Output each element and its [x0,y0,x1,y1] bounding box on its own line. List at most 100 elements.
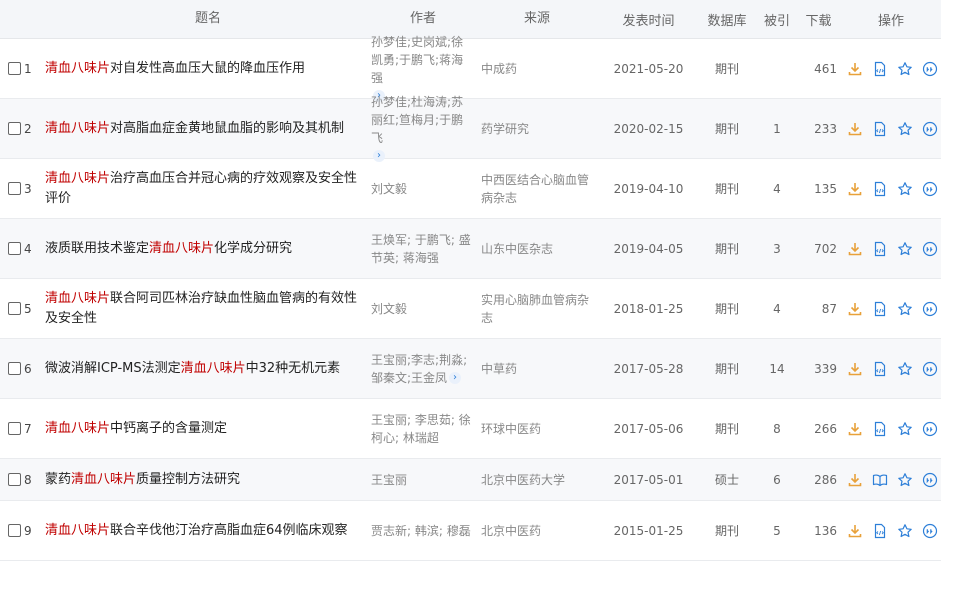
source-link[interactable]: 药学研究 [481,120,601,138]
download-icon[interactable] [847,421,863,437]
article-title-link[interactable]: 液质联用技术鉴定清血八味片化学成分研究 [45,239,371,259]
article-title-link[interactable]: 清血八味片联合阿司匹林治疗缺血性脑血管病的有效性及安全性 [45,289,371,329]
publish-date: 2019-04-05 [613,241,684,256]
html-read-icon[interactable] [872,181,888,197]
quote-icon[interactable] [922,241,938,257]
row-checkbox[interactable] [8,362,21,375]
author-text[interactable]: 刘文毅 [371,302,407,316]
row-number: 7 [24,421,32,436]
row-number: 8 [24,472,32,487]
source-link[interactable]: 中西医结合心脑血管病杂志 [481,171,601,207]
author-cell: 孙梦佳;杜海涛;苏丽红;笪梅月;于鹏飞 › [371,93,481,165]
author-text[interactable]: 孙梦佳;杜海涛;苏丽红;笪梅月;于鹏飞 [371,95,463,145]
download-icon[interactable] [847,121,863,137]
source-link[interactable]: 中成药 [481,60,601,78]
title-highlight: 清血八味片 [45,120,111,136]
author-text[interactable]: 王焕军; 于鹏飞; 盛节英; 蒋海强 [371,233,471,265]
html-read-icon[interactable] [872,241,888,257]
star-icon[interactable] [897,121,913,137]
publish-date: 2015-01-25 [613,523,684,538]
article-title-link[interactable]: 清血八味片中钙离子的含量测定 [45,419,371,439]
header-date[interactable]: 发表时间 [601,10,696,29]
row-checkbox[interactable] [8,422,21,435]
row-checkbox[interactable] [8,242,21,255]
book-read-icon[interactable] [872,472,888,488]
download-icon[interactable] [847,241,863,257]
author-text[interactable]: 贾志新; 韩滨; 穆磊 [371,524,471,538]
article-title-link[interactable]: 蒙药清血八味片质量控制方法研究 [45,470,371,490]
html-read-icon[interactable] [872,61,888,77]
html-read-icon[interactable] [872,361,888,377]
quote-icon[interactable] [922,361,938,377]
star-icon[interactable] [897,301,913,317]
row-checkbox[interactable] [8,473,21,486]
html-read-icon[interactable] [872,523,888,539]
chevron-right-icon[interactable]: › [373,150,385,162]
star-icon[interactable] [897,472,913,488]
star-icon[interactable] [897,61,913,77]
title-text: 蒙药 [45,471,72,487]
quote-icon[interactable] [922,421,938,437]
quote-icon[interactable] [922,472,938,488]
article-title-link[interactable]: 清血八味片联合辛伐他汀治疗高脂血症64例临床观察 [45,521,371,541]
html-read-icon[interactable] [872,301,888,317]
header-downloads[interactable]: 下载 [796,10,841,29]
html-read-icon[interactable] [872,421,888,437]
article-title-link[interactable]: 微波消解ICP-MS法测定清血八味片中32种无机元素 [45,359,371,379]
download-icon[interactable] [847,301,863,317]
source-link[interactable]: 山东中医杂志 [481,240,601,258]
download-count: 266 [814,421,837,436]
table-row: 2 清血八味片对高脂血症金黄地鼠血脂的影响及其机制 孙梦佳;杜海涛;苏丽红;笪梅… [0,95,941,162]
quote-icon[interactable] [922,523,938,539]
row-checkbox[interactable] [8,524,21,537]
row-actions [841,61,941,77]
table-row: 3 清血八味片治疗高血压合并冠心病的疗效观察及安全性评价 刘文毅 中西医结合心脑… [0,159,941,219]
star-icon[interactable] [897,241,913,257]
header-title[interactable]: 题名 [45,9,371,29]
download-icon[interactable] [847,361,863,377]
source-link[interactable]: 中草药 [481,360,601,378]
download-icon[interactable] [847,61,863,77]
header-cited[interactable]: 被引 [758,10,796,29]
article-title-link[interactable]: 清血八味片对高脂血症金黄地鼠血脂的影响及其机制 [45,119,371,139]
database-type: 期刊 [714,302,739,316]
quote-icon[interactable] [922,121,938,137]
row-checkbox[interactable] [8,302,21,315]
download-count: 233 [814,121,837,136]
star-icon[interactable] [897,421,913,437]
author-text[interactable]: 刘文毅 [371,182,407,196]
results-table: 题名 作者 来源 发表时间 数据库 被引 下载 操作 1 清血八味片对自发性高血… [0,0,941,561]
star-icon[interactable] [897,361,913,377]
author-text[interactable]: 王宝丽 [371,473,407,487]
source-link[interactable]: 实用心脑肺血管病杂志 [481,291,601,327]
row-actions [841,472,941,488]
star-icon[interactable] [897,523,913,539]
row-checkbox[interactable] [8,182,21,195]
author-text[interactable]: 孙梦佳;史岗斌;徐凯勇;于鹏飞;蒋海强 [371,35,463,85]
row-checkbox[interactable] [8,62,21,75]
table-row: 9 清血八味片联合辛伐他汀治疗高脂血症64例临床观察 贾志新; 韩滨; 穆磊 北… [0,501,941,561]
quote-icon[interactable] [922,61,938,77]
row-number: 3 [24,181,32,196]
title-highlight: 清血八味片 [45,170,111,186]
source-link[interactable]: 环球中医药 [481,420,601,438]
html-read-icon[interactable] [872,121,888,137]
star-icon[interactable] [897,181,913,197]
title-highlight: 清血八味片 [45,290,111,306]
source-link[interactable]: 北京中医药大学 [481,471,601,489]
row-number: 2 [24,121,32,136]
row-actions [841,361,941,377]
article-title-link[interactable]: 清血八味片对自发性高血压大鼠的降血压作用 [45,59,371,79]
quote-icon[interactable] [922,301,938,317]
publish-date: 2018-01-25 [613,301,684,316]
cited-count: 6 [773,472,781,487]
source-link[interactable]: 北京中医药 [481,522,601,540]
download-icon[interactable] [847,523,863,539]
author-text[interactable]: 王宝丽; 李思茹; 徐柯心; 林瑞超 [371,413,471,445]
chevron-right-icon[interactable]: › [449,372,462,384]
download-icon[interactable] [847,181,863,197]
quote-icon[interactable] [922,181,938,197]
download-icon[interactable] [847,472,863,488]
row-checkbox[interactable] [8,122,21,135]
article-title-link[interactable]: 清血八味片治疗高血压合并冠心病的疗效观察及安全性评价 [45,169,371,209]
